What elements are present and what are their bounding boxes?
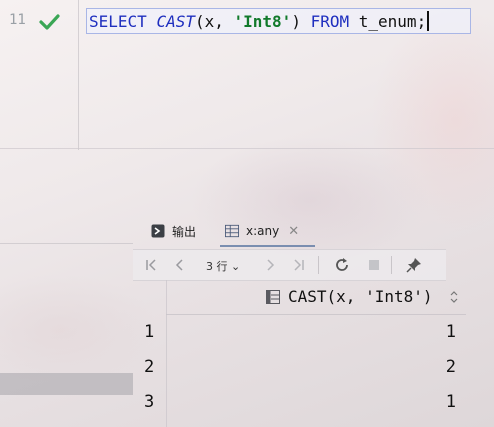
row-count-label[interactable]: 3 行 ⌄: [206, 258, 240, 274]
check-icon[interactable]: [38, 13, 60, 31]
tab-result[interactable]: x:any ✕: [225, 219, 299, 243]
table-row[interactable]: 1 1: [133, 315, 494, 350]
table-name: t_enum;: [358, 12, 427, 31]
row-count-text: 3 行: [206, 260, 228, 273]
editor-line[interactable]: 11 SELECT CAST(x, 'Int8') FROM t_enum;: [0, 8, 494, 36]
left-divider: [0, 243, 133, 244]
sql-editor[interactable]: 11 SELECT CAST(x, 'Int8') FROM t_enum;: [0, 0, 494, 210]
row-number: 3: [144, 392, 155, 412]
tab-result-label: x:any: [246, 224, 280, 238]
table-cell[interactable]: 2: [446, 357, 456, 377]
pin-icon[interactable]: [405, 256, 423, 274]
table-icon: [225, 224, 239, 238]
table-row[interactable]: 2 2: [133, 350, 494, 385]
table-row[interactable]: 3 1: [133, 385, 494, 420]
results-tabbar: 输出 x:any ✕: [133, 212, 494, 248]
function-cast: CAST: [156, 12, 195, 31]
table-cell[interactable]: 1: [446, 392, 456, 412]
close-paren: ): [291, 12, 301, 31]
tab-output-label: 输出: [172, 224, 197, 239]
active-tab-indicator: [220, 245, 315, 247]
row-number: 2: [144, 357, 155, 377]
close-icon[interactable]: ✕: [288, 224, 299, 239]
toolbar-separator: [318, 256, 319, 274]
next-page-icon[interactable]: [261, 256, 279, 274]
refresh-icon[interactable]: [333, 256, 351, 274]
open-paren: (: [194, 12, 205, 31]
tab-output[interactable]: 输出: [151, 219, 196, 243]
previous-page-icon[interactable]: [171, 256, 189, 274]
stop-icon[interactable]: [365, 256, 383, 274]
text-caret: [427, 11, 429, 31]
code-line[interactable]: SELECT CAST(x, 'Int8') FROM t_enum;: [86, 8, 471, 34]
keyword-from: FROM: [310, 12, 350, 31]
results-panel: 输出 x:any ✕ 3 行 ⌄ CAST(x, 'Int8') 1 1 2 2…: [133, 212, 494, 427]
column-icon: [266, 290, 280, 304]
first-page-icon[interactable]: [143, 256, 161, 274]
sort-icon[interactable]: [450, 291, 458, 303]
table-cell[interactable]: 1: [446, 322, 456, 342]
chevron-down-icon[interactable]: ⌄: [231, 260, 240, 273]
column-header-label: CAST(x, 'Int8'): [288, 287, 433, 306]
console-icon: [151, 224, 165, 238]
results-toolbar: 3 行 ⌄: [133, 249, 446, 281]
row-number: 1: [144, 322, 155, 342]
results-grid: CAST(x, 'Int8') 1 1 2 2 3 1: [133, 280, 494, 427]
left-panel-bar: [0, 373, 133, 395]
toolbar-separator: [391, 256, 392, 274]
last-page-icon[interactable]: [289, 256, 307, 274]
string-literal: 'Int8': [233, 12, 292, 31]
arg-x: x: [204, 12, 215, 31]
column-header[interactable]: CAST(x, 'Int8'): [166, 280, 466, 315]
editor-divider: [0, 148, 494, 149]
keyword-select: SELECT: [89, 12, 147, 31]
comma: ,: [214, 12, 234, 31]
line-number: 11: [9, 12, 26, 28]
